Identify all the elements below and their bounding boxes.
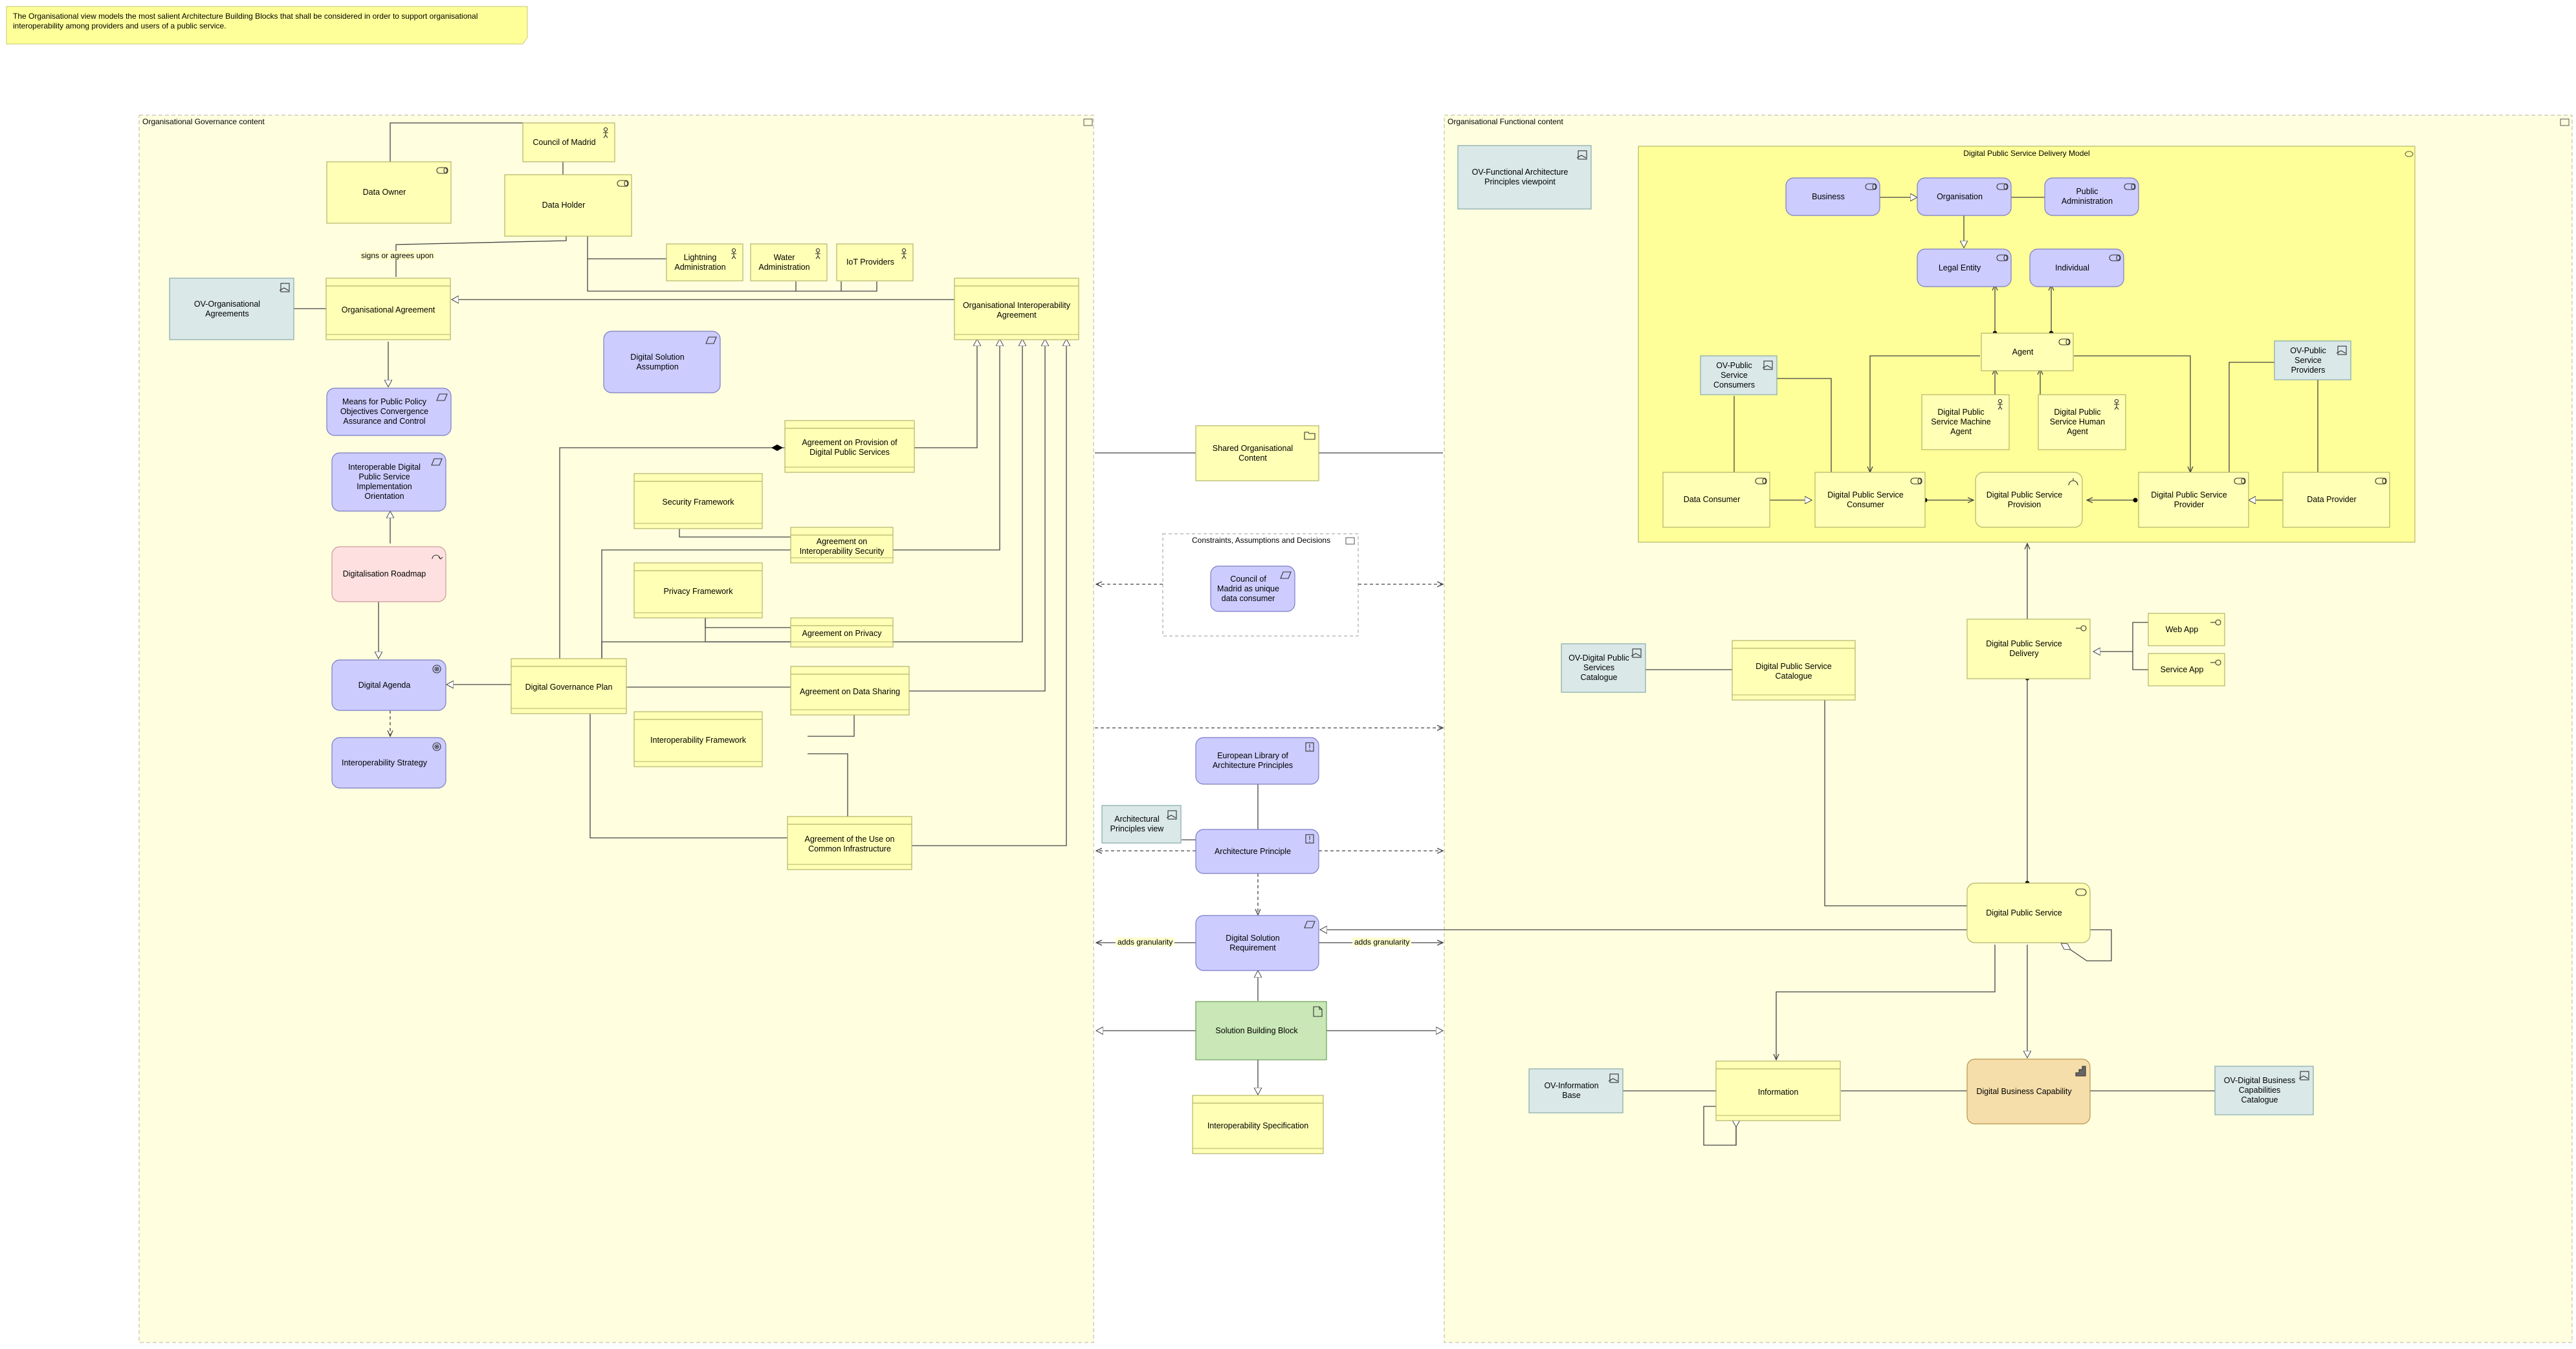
node-label-digital-business-capability: Digital Business Capability xyxy=(1976,1086,2072,1096)
node-label-means-public-policy: Means for Public Policy Objectives Conve… xyxy=(340,397,429,426)
node-label-digital-solution-requirement: Digital Solution Requirement xyxy=(1226,933,1280,952)
group-label-delivery-model: Digital Public Service Delivery Model xyxy=(1963,149,2090,158)
node-label-ov-info-base: OV-Information Base xyxy=(1544,1081,1599,1100)
node-label-interop-digital-ps-impl: Interoperable Digital Public Service Imp… xyxy=(348,463,421,501)
node-label-digitalisation-roadmap: Digitalisation Roadmap xyxy=(342,569,426,578)
node-label-solution-building-block: Solution Building Block xyxy=(1215,1025,1298,1035)
node-label-org-interop-agreement: Organisational Interoperability Agreemen… xyxy=(962,300,1071,320)
node-label-dps-consumer: Digital Public Service Consumer xyxy=(1827,490,1904,509)
node-label-interop-framework: Interoperability Framework xyxy=(650,736,746,745)
node-label-data-provider: Data Provider xyxy=(2307,495,2357,504)
node-label-data-consumer: Data Consumer xyxy=(1683,495,1741,504)
node-label-ov-ps-providers: OV-Public Service Providers xyxy=(2290,345,2326,375)
node-label-interop-strategy: Interoperability Strategy xyxy=(341,758,427,767)
node-label-lightning-admin: Lightning Administration xyxy=(674,252,726,272)
node-label-dps-provider: Digital Public Service Provider xyxy=(2151,490,2227,509)
node-label-arch-principles-view: Architectural Principles view xyxy=(1110,815,1164,833)
node-label-web-app: Web App xyxy=(2165,624,2199,634)
node-label-digital-solution-assumption: Digital Solution Assumption xyxy=(630,352,685,371)
node-label-organisation: Organisation xyxy=(1937,192,1983,201)
node-label-legal-entity: Legal Entity xyxy=(1938,263,1981,272)
edge-label-adds-granularity-right: adds granularity xyxy=(1352,938,1412,947)
node-label-public-administration: Public Administration xyxy=(2061,187,2113,206)
node-label-council-unique-consumer: Council of Madrid as unique data consume… xyxy=(1217,574,1279,603)
node-label-business: Business xyxy=(1812,192,1845,201)
node-label-privacy-framework: Privacy Framework xyxy=(663,587,733,596)
node-label-data-holder: Data Holder xyxy=(542,201,586,210)
node-label-data-owner: Data Owner xyxy=(362,188,406,197)
node-label-agreement-provision: Agreement on Provision of Digital Public… xyxy=(802,438,897,457)
edge-label-adds-granularity-left: adds granularity xyxy=(1116,938,1175,947)
node-label-dps-catalogue: Digital Public Service Catalogue xyxy=(1756,662,1832,681)
node-label-architecture-principle: Architecture Principle xyxy=(1214,846,1292,856)
diagram-note: The Organisational view models the most … xyxy=(13,12,478,30)
node-label-individual: Individual xyxy=(2055,263,2089,272)
node-label-org-agreement: Organisational Agreement xyxy=(341,305,435,314)
node-label-dps-delivery: Digital Public Service Delivery xyxy=(1986,639,2062,658)
node-label-ov-dbc-catalogue: OV-Digital Business Capabilities Catalog… xyxy=(2223,1076,2296,1104)
node-label-ov-dps-catalogue: OV-Digital Public Services Catalogue xyxy=(1569,653,1629,682)
node-label-information: Information xyxy=(1757,1087,1799,1097)
node-label-security-framework: Security Framework xyxy=(662,498,734,507)
node-label-dps-human-agent: Digital Public Service Human Agent xyxy=(2049,408,2106,436)
node-label-water-admin: Water Administration xyxy=(758,252,810,272)
node-label-iot-providers: IoT Providers xyxy=(846,258,895,267)
node-label-agreement-common-infra: Agreement of the Use on Common Infrastru… xyxy=(804,835,895,853)
node-label-ov-functional-viewpoint: OV-Functional Architecture Principles vi… xyxy=(1471,168,1569,186)
node-label-agreement-privacy: Agreement on Privacy xyxy=(802,629,882,638)
node-label-agreement-interop-security: Agreement on Interoperability Security xyxy=(799,536,885,556)
node-label-dps-machine-agent: Digital Public Service Machine Agent xyxy=(1931,408,1991,436)
node-label-european-library: European Library of Architecture Princip… xyxy=(1212,751,1294,770)
node-label-agreement-data-sharing: Agreement on Data Sharing xyxy=(800,687,900,696)
edge-label-signs-or-agrees: signs or agrees upon xyxy=(359,251,436,260)
group-label-governance: Organisational Governance content xyxy=(142,117,265,126)
node-label-digital-agenda: Digital Agenda xyxy=(358,680,411,690)
node-label-ov-ps-consumers: OV-Public Service Consumers xyxy=(1713,360,1755,389)
node-label-agent: Agent xyxy=(2012,347,2034,356)
node-label-shared-org-content: Shared Organisational Content xyxy=(1212,443,1294,463)
group-label-functional: Organisational Functional content xyxy=(1448,117,1563,126)
node-label-digital-public-service: Digital Public Service xyxy=(1986,908,2062,917)
node-label-service-app: Service App xyxy=(2160,664,2204,674)
group-label-constraints: Constraints, Assumptions and Decisions xyxy=(1192,536,1331,545)
node-label-interop-specification: Interoperability Specification xyxy=(1207,1121,1309,1130)
node-label-dps-provision: Digital Public Service Provision xyxy=(1986,490,2063,509)
node-label-council-of-madrid: Council of Madrid xyxy=(533,137,596,147)
node-label-digital-governance-plan: Digital Governance Plan xyxy=(525,683,613,692)
node-label-ov-org-agreements: OV-Organisational Agreements xyxy=(193,299,261,318)
